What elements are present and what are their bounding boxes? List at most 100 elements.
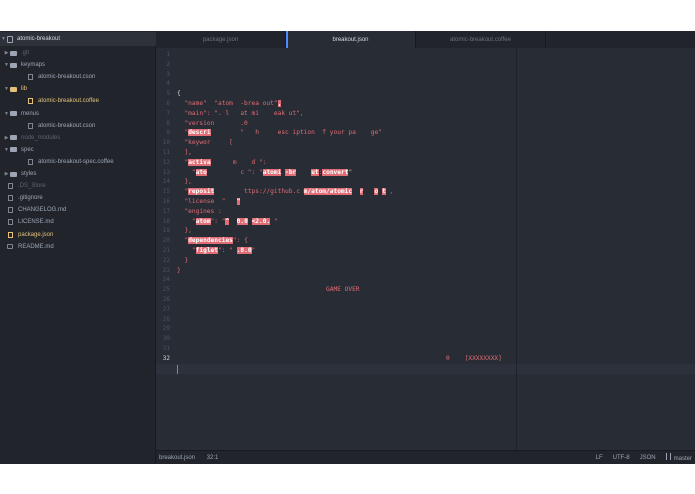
line-number: 7 xyxy=(166,109,170,117)
tree-item[interactable]: ▼ keymaps xyxy=(0,59,156,71)
code-line: } xyxy=(177,256,188,266)
code-line: "descri " h esc iption f your pa ge" xyxy=(177,128,382,138)
tree-item[interactable]: package.json xyxy=(0,229,156,241)
line-number: 8 xyxy=(166,119,170,127)
tree-item[interactable]: atomic-breakout.cson xyxy=(0,120,156,132)
tree-item[interactable]: atomic-breakout.cson xyxy=(0,71,156,83)
tab-label: breakout.json xyxy=(332,36,369,43)
tree-view[interactable]: ▼ atomic-breakout ▶ .git ▼ keymaps atomic-br… xyxy=(0,31,156,464)
tab-label: package.json xyxy=(202,36,239,43)
tree-item-label: keymaps xyxy=(21,62,46,69)
code-token: "name" "atom -brea out" xyxy=(177,100,278,107)
line-number: 27 xyxy=(162,305,170,313)
brick-token: .8.0 xyxy=(236,247,252,254)
brick-token: , xyxy=(277,100,282,107)
tree-item[interactable]: ▶ node_modules xyxy=(0,132,156,144)
code-line: "reposit ttps://github.c m/atom/atomic r… xyxy=(177,187,393,197)
folder-icon xyxy=(10,111,17,116)
code-line: "license " " xyxy=(177,197,241,207)
code-token: ": { xyxy=(232,237,248,245)
code-line: }, xyxy=(177,177,192,187)
status-branch[interactable]: master xyxy=(665,453,692,462)
tree-item[interactable]: atomic-breakout.coffee xyxy=(0,95,156,107)
code-line: "figlet": " .8.0" xyxy=(177,246,255,256)
tree-item[interactable]: .gitignore xyxy=(0,192,156,204)
code-token: } xyxy=(177,266,181,274)
line-number: 3 xyxy=(166,70,170,78)
line-number: 6 xyxy=(166,100,170,107)
file-icon xyxy=(28,158,33,165)
tree-item-label: CHANGELOG.md xyxy=(18,207,67,214)
chevron-down-icon: ▼ xyxy=(4,62,9,69)
code-line: "name" "atom -brea out", xyxy=(177,99,282,109)
tree-item[interactable]: LICENSE.md xyxy=(0,216,156,228)
branch-name: master xyxy=(673,456,692,462)
tree-item[interactable]: ▼ spec xyxy=(0,144,156,156)
project-name: atomic-breakout xyxy=(17,36,61,42)
tree-item[interactable]: ▼ lib xyxy=(0,83,156,95)
tree-item[interactable]: ▼ menus xyxy=(0,108,156,120)
atom-window: ▼ atomic-breakout ▶ .git ▼ keymaps atomic-br… xyxy=(0,31,695,464)
tree-item[interactable]: README.md xyxy=(0,241,156,253)
brick-token: atomi xyxy=(262,168,282,176)
line-number: 18 xyxy=(162,217,170,225)
cursor-line-highlight xyxy=(156,364,695,374)
code-token: " xyxy=(177,237,189,245)
tree-item[interactable]: atomic-breakout-spec.coffee xyxy=(0,156,156,168)
code-line: "atom": "^ 0.0 <2.0. " xyxy=(177,217,278,227)
chevron-right-icon: ▶ xyxy=(4,50,9,56)
status-file-name[interactable]: breakout.json xyxy=(159,455,195,461)
text-editor[interactable]: 1 2 3 4 5 6 7 8 9 10 11 12 13 14 15 16 17 18 19 20 21 22 23 24 2… xyxy=(156,48,695,450)
tab-breakout-json[interactable]: breakout.json xyxy=(286,31,416,48)
line-number: 16 xyxy=(162,198,170,205)
tree-item[interactable]: ▶ .git xyxy=(0,47,156,59)
wrap-guide xyxy=(516,48,517,450)
tab-atomic-breakout-coffee[interactable]: atomic-breakout.coffee xyxy=(416,31,546,48)
folder-icon xyxy=(10,50,17,56)
tab-label: atomic-breakout.coffee xyxy=(450,36,511,43)
tree-item-label: atomic-breakout-spec.coffee xyxy=(38,158,114,165)
line-number: 10 xyxy=(162,139,170,147)
code-token: }, xyxy=(177,178,192,186)
code-line: { xyxy=(177,89,181,99)
status-encoding[interactable]: UTF-8 xyxy=(613,455,630,461)
tree-item[interactable]: CHANGELOG.md xyxy=(0,204,156,216)
folder-icon xyxy=(10,147,17,153)
tree-item-label: README.md xyxy=(18,243,54,250)
code-token: " xyxy=(177,247,196,254)
file-icon xyxy=(28,74,33,81)
line-number: 4 xyxy=(166,80,170,88)
chevron-down-icon: ▼ xyxy=(1,36,6,42)
line-number: 19 xyxy=(162,227,170,235)
status-bar: breakout.json 32:1 LF UTF-8 JSON master xyxy=(156,450,695,464)
status-line-ending[interactable]: LF xyxy=(596,455,603,461)
brick-token: figlet xyxy=(195,247,218,254)
code-token: ": " xyxy=(210,217,226,225)
code-token: " xyxy=(251,247,256,254)
file-icon xyxy=(28,98,33,105)
line-number: 21 xyxy=(162,247,170,254)
brick-token: " xyxy=(236,198,241,205)
code-token: " xyxy=(177,217,196,225)
code-token: " xyxy=(177,168,196,176)
tree-item[interactable]: ▶ styles xyxy=(0,168,156,180)
line-number: 14 xyxy=(162,178,170,186)
tree-project-root[interactable]: ▼ atomic-breakout xyxy=(0,32,156,46)
brick-token: convert xyxy=(322,168,349,176)
tree-item-label: lib xyxy=(21,86,28,93)
file-icon xyxy=(8,195,13,202)
status-cursor-position[interactable]: 32:1 xyxy=(207,455,219,461)
tab-package-json[interactable]: package.json xyxy=(156,31,286,48)
line-number: 1 xyxy=(166,51,170,58)
git-branch-icon xyxy=(665,453,671,460)
code-token: " h esc iption f your pa ge" xyxy=(210,129,382,137)
line-number: 26 xyxy=(162,296,170,303)
brick-token: m/atom/atomic xyxy=(303,188,353,196)
tree-item-label: .gitignore xyxy=(18,195,43,202)
status-grammar[interactable]: JSON xyxy=(640,455,656,461)
brick-token: atom xyxy=(195,217,211,225)
tree-item[interactable]: .DS_Store xyxy=(0,180,156,192)
